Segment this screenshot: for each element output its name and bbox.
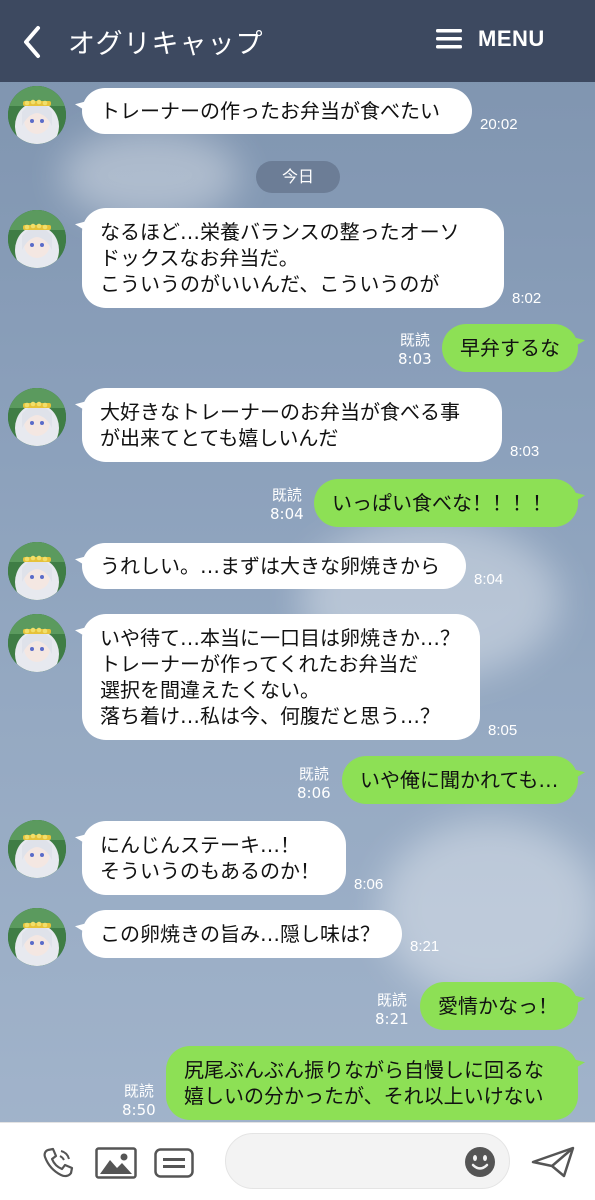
incoming-message-bubble[interactable]: にんじんステーキ…！ そういうのもあるのか！ — [82, 821, 346, 895]
read-receipt: 既読 8:03 — [398, 331, 432, 369]
message-text-line: 嬉しいの分かったが、それ以上いけない — [184, 1084, 544, 1108]
avatar[interactable] — [8, 614, 66, 672]
chevron-left-icon — [24, 26, 40, 58]
message-timestamp: 8:04 — [270, 505, 304, 523]
incoming-message-bubble[interactable]: うれしい。…まずは大きな卵焼きから — [82, 543, 466, 589]
message-timestamp: 20:02 — [480, 116, 518, 133]
background-cloud — [380, 820, 595, 1000]
message-text-line: トレーナーが作ってくれたお弁当だ — [100, 652, 419, 676]
hamburger-icon — [436, 29, 462, 49]
message-text-line: 落ち着け…私は今、何腹だと思う…？ — [100, 704, 440, 728]
read-label: 既読 — [123, 1082, 154, 1100]
read-receipt: 既読 8:50 — [122, 1082, 156, 1120]
read-receipt: 既読 8:21 — [375, 991, 409, 1029]
message-timestamp: 8:06 — [297, 784, 331, 802]
message-text-line: いや待て…本当に一口目は卵焼きか…？ — [100, 626, 460, 650]
emoji-icon[interactable] — [464, 1146, 496, 1178]
incoming-message-bubble[interactable]: 大好きなトレーナーのお弁当が食べる事 が出来てとても嬉しいんだ — [82, 388, 502, 462]
message-text-line: この卵焼きの旨み…隠し味は？ — [100, 922, 380, 946]
message-text-line: 尻尾ぶんぶん振りながら自慢しに回るな — [184, 1058, 544, 1082]
chat-header: オグリキャップ MENU — [0, 0, 595, 82]
message-text-line: 早弁するな — [460, 336, 560, 360]
outgoing-message-bubble[interactable]: 尻尾ぶんぶん振りながら自慢しに回るな 嬉しいの分かったが、それ以上いけない — [166, 1046, 578, 1120]
list-icon[interactable] — [154, 1148, 194, 1178]
avatar[interactable] — [8, 908, 66, 966]
message-text-line: いや俺に聞かれても… — [360, 768, 559, 792]
message-text-line: 大好きなトレーナーのお弁当が食べる事 — [100, 400, 460, 424]
phone-icon[interactable] — [40, 1145, 76, 1181]
message-text-line: にんじんステーキ…！ — [100, 833, 300, 857]
read-receipt: 既読 8:04 — [270, 486, 304, 524]
avatar[interactable] — [8, 86, 66, 144]
avatar[interactable] — [8, 542, 66, 600]
send-icon[interactable] — [530, 1145, 576, 1179]
message-timestamp: 8:06 — [354, 876, 384, 893]
message-text-line: ドックスなお弁当だ。 — [100, 246, 299, 270]
read-label: 既読 — [376, 991, 407, 1009]
chat-title: オグリキャップ — [68, 29, 264, 60]
incoming-message-bubble[interactable]: いや待て…本当に一口目は卵焼きか…？ トレーナーが作ってくれたお弁当だ 選択を間違え… — [82, 614, 480, 740]
message-text-line: が出来てとても嬉しいんだ — [100, 426, 339, 450]
message-timestamp: 8:03 — [510, 443, 540, 460]
read-label: 既読 — [399, 331, 430, 349]
outgoing-message-bubble[interactable]: 早弁するな — [442, 324, 578, 372]
avatar[interactable] — [8, 388, 66, 446]
read-label: 既読 — [298, 765, 329, 783]
message-timestamp: 8:21 — [410, 938, 440, 955]
incoming-message-bubble[interactable]: トレーナーの作ったお弁当が食べたい — [82, 88, 472, 134]
avatar[interactable] — [8, 210, 66, 268]
message-text-line: なるほど…栄養バランスの整ったオーソ — [100, 220, 460, 244]
message-timestamp: 8:21 — [375, 1010, 409, 1028]
message-text-line: こういうのがいいんだ、こういうのが — [100, 272, 440, 296]
message-text-line: 愛情かなっ！ — [438, 994, 558, 1018]
outgoing-message-bubble[interactable]: いっぱい食べな！！！！ — [314, 479, 578, 527]
menu-button[interactable]: MENU — [436, 26, 545, 52]
message-timestamp: 8:05 — [488, 722, 518, 739]
message-timestamp: 8:03 — [398, 350, 432, 368]
image-icon[interactable] — [95, 1147, 137, 1179]
message-text-line: 選択を間違えたくない。 — [100, 678, 320, 702]
read-label: 既読 — [271, 486, 302, 504]
back-button[interactable] — [18, 22, 48, 62]
input-bar — [0, 1122, 595, 1200]
incoming-message-bubble[interactable]: この卵焼きの旨み…隠し味は？ — [82, 910, 402, 958]
read-receipt: 既読 8:06 — [297, 765, 331, 803]
background-cloud — [60, 130, 240, 220]
menu-label: MENU — [478, 26, 545, 51]
message-timestamp: 8:04 — [474, 571, 504, 588]
message-text-line: いっぱい食べな！！！！ — [332, 491, 552, 515]
avatar[interactable] — [8, 820, 66, 878]
outgoing-message-bubble[interactable]: いや俺に聞かれても… — [342, 756, 578, 804]
incoming-message-bubble[interactable]: なるほど…栄養バランスの整ったオーソ ドックスなお弁当だ。 こういうのがいいんだ、こ… — [82, 208, 504, 308]
date-separator: 今日 — [256, 161, 340, 193]
outgoing-message-bubble[interactable]: 愛情かなっ！ — [420, 982, 578, 1030]
message-timestamp: 8:02 — [512, 290, 542, 307]
message-text-line: トレーナーの作ったお弁当が食べたい — [100, 99, 440, 123]
message-text-line: うれしい。…まずは大きな卵焼きから — [100, 554, 440, 578]
message-timestamp: 8:50 — [122, 1101, 156, 1119]
message-text-line: そういうのもあるのか！ — [100, 859, 320, 883]
